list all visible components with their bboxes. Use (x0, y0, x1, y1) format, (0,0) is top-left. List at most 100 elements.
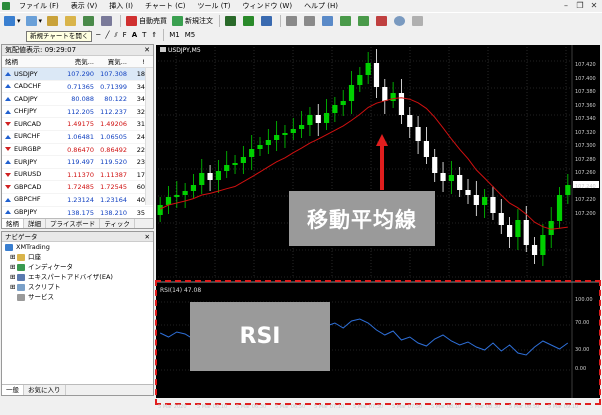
market-row[interactable]: EURJPY 119.497 119.520 23 (2, 156, 153, 169)
expand-icon[interactable]: ⊞ (10, 252, 17, 262)
column-header-symbol[interactable]: 銘柄 (2, 56, 58, 67)
trendline-button[interactable]: ╱ (103, 29, 111, 42)
candle-body (257, 145, 263, 149)
tab-general[interactable]: 一般 (2, 385, 24, 395)
market-row[interactable]: EURCHF 1.06481 1.06505 24 (2, 131, 153, 144)
symbol-cell: CADCHF (2, 81, 58, 93)
zoom-in-button[interactable] (284, 14, 301, 27)
price-tick-label: 107.240 (575, 183, 596, 190)
new-order-button[interactable]: 新規注文 (170, 14, 215, 27)
market-row[interactable]: EURGBP 0.86470 0.86492 22 (2, 144, 153, 157)
arrows-button[interactable]: ⇑ (149, 29, 159, 42)
tab-symbols[interactable]: 銘柄 (2, 219, 24, 228)
navigator-button[interactable] (63, 14, 80, 27)
candle-body (240, 157, 246, 163)
line-chart-button[interactable] (259, 14, 276, 27)
market-row[interactable]: EURCAD 1.49175 1.49206 31 (2, 118, 153, 131)
chart-symbol-label: USDJPY,M5 (160, 47, 201, 54)
candlestick-button[interactable] (241, 14, 258, 27)
new-chart-button[interactable]: ▾ (2, 14, 23, 27)
candle-body (174, 195, 180, 197)
expand-icon[interactable]: ⊞ (10, 262, 17, 272)
app-logo-icon (2, 2, 10, 10)
market-row[interactable]: CHFJPY 112.205 112.237 32 (2, 106, 153, 119)
horizontal-line-button[interactable]: ─ (94, 29, 102, 42)
templates-button[interactable] (410, 14, 427, 27)
minimize-icon[interactable]: – (560, 1, 572, 11)
candle-body (398, 93, 405, 115)
market-row[interactable]: EURUSD 1.11370 1.11387 17 (2, 169, 153, 182)
menu-window[interactable]: ウィンドウ (W) (236, 0, 298, 12)
market-row[interactable]: GBPCHF 1.23124 1.23164 40 (2, 194, 153, 207)
tile-windows-icon (322, 15, 334, 26)
close-icon[interactable]: ✕ (144, 45, 150, 56)
tab-favorites[interactable]: お気に入り (24, 385, 66, 395)
nav-item-expert-advisors[interactable]: ⊞ エキスパートアドバイザ(EA) (2, 272, 153, 282)
menu-chart[interactable]: チャート (C) (139, 0, 192, 12)
market-row[interactable]: CADJPY 80.088 80.122 34 (2, 93, 153, 106)
arrow-up-icon (5, 96, 11, 101)
separator (120, 14, 122, 27)
price-tick-label: 107.380 (575, 89, 596, 95)
candle-body (348, 85, 355, 101)
text-icon: A (131, 31, 138, 39)
close-icon[interactable]: ✕ (145, 232, 150, 242)
tab-price-board[interactable]: プライスボード (46, 219, 101, 228)
m1-button[interactable]: M1 (167, 29, 182, 42)
profiles-button[interactable]: ▾ (24, 14, 45, 27)
scrollbar[interactable] (145, 68, 153, 205)
ask-cell: 107.308 (100, 70, 127, 78)
nav-item-accounts[interactable]: ⊞ 口座 (2, 252, 153, 262)
bar-chart-button[interactable] (223, 14, 240, 27)
market-watch-button[interactable] (45, 14, 62, 27)
symbol-cell: EURJPY (2, 156, 58, 168)
expand-icon[interactable]: ⊞ (10, 272, 17, 282)
column-header-spread[interactable]: ! (129, 56, 147, 67)
menu-view[interactable]: 表示 (V) (65, 0, 103, 12)
menu-file[interactable]: ファイル (F) (13, 0, 65, 12)
menu-tools[interactable]: ツール (T) (191, 0, 236, 12)
menu-help[interactable]: ヘルプ (H) (298, 0, 344, 12)
chart-shift-button[interactable] (356, 14, 373, 27)
time-tick-label: 5 Mar 08:30 (470, 404, 501, 410)
close-icon[interactable]: ✕ (588, 1, 600, 11)
auto-trade-button[interactable]: 自動売買 (124, 14, 169, 27)
market-row[interactable]: GBPCAD 1.72485 1.72545 60 (2, 181, 153, 194)
nav-item-indicators[interactable]: ⊞ インディケータ (2, 262, 153, 272)
column-header-ask[interactable]: 買気... (96, 56, 129, 67)
text-button[interactable]: A (130, 29, 139, 42)
expand-icon[interactable]: ⊞ (10, 282, 17, 292)
indicators-button[interactable] (374, 14, 391, 27)
auto-scroll-button[interactable] (338, 14, 355, 27)
ask-cell: 80.122 (104, 95, 127, 104)
nav-item-broker[interactable]: XMTrading (2, 242, 153, 252)
ask-cell: 1.49206 (100, 120, 127, 129)
terminal-button[interactable] (99, 14, 116, 27)
nav-item-services[interactable]: サービス (2, 292, 153, 302)
data-window-button[interactable] (81, 14, 98, 27)
tile-windows-button[interactable] (320, 14, 337, 27)
candle-body (373, 63, 380, 87)
menu-insert[interactable]: 挿入 (I) (103, 0, 139, 12)
fibonacci-button[interactable]: F (121, 29, 129, 42)
separator (219, 14, 221, 27)
tab-details[interactable]: 詳細 (24, 219, 46, 228)
candle-body (473, 195, 479, 205)
nav-item-scripts[interactable]: ⊞ スクリプト (2, 282, 153, 292)
market-row[interactable]: CADCHF 0.71365 0.71399 34 (2, 81, 153, 94)
m5-button[interactable]: M5 (183, 29, 198, 42)
candle-body (432, 157, 438, 173)
bar-chart-icon (225, 15, 237, 26)
column-header-bid[interactable]: 売気... (58, 56, 96, 67)
restore-icon[interactable]: ❐ (574, 1, 586, 11)
period-button[interactable] (392, 14, 409, 27)
candle-body (265, 140, 271, 145)
bid-cell: 80.088 (71, 95, 94, 104)
candle-body (448, 175, 454, 181)
zoom-out-button[interactable] (302, 14, 319, 27)
market-row[interactable]: USDJPY 107.290 107.308 18 (2, 68, 153, 81)
tab-tick[interactable]: ティック (100, 219, 135, 228)
symbol-cell: USDJPY (2, 68, 58, 80)
label-button[interactable]: T (140, 29, 148, 42)
equidistant-channel-button[interactable]: ⫽ (113, 29, 120, 42)
